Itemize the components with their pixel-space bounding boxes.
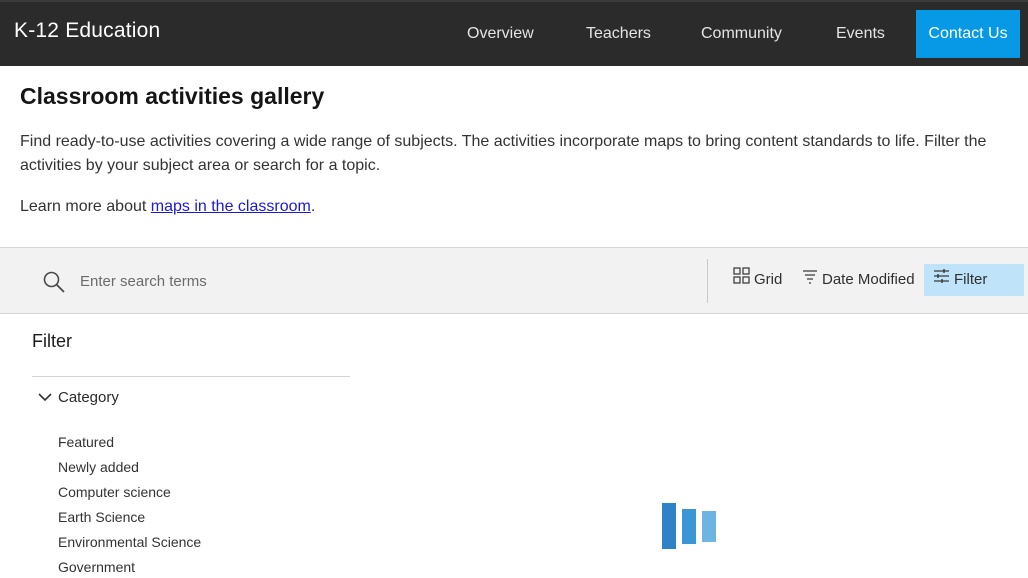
learn-more-text: Learn more about maps in the classroom. [20,196,315,218]
category-item-environmental-science[interactable]: Environmental Science [58,530,201,555]
nav-events[interactable]: Events [836,2,885,66]
toolbar-divider [707,259,708,303]
category-item-featured[interactable]: Featured [58,430,201,455]
grid-icon [733,264,754,296]
sort-date-modified-button[interactable]: Date Modified [802,264,915,296]
filter-icon [933,264,954,296]
gallery-toolbar: Grid Date Modified Filter [0,247,1028,314]
intro-description: Find ready-to-use activities covering a … [20,133,987,174]
category-item-government[interactable]: Government [58,555,201,578]
sort-label: Date Modified [822,271,915,288]
grid-view-label: Grid [754,271,783,288]
page-title: Classroom activities gallery [20,83,325,109]
filter-toggle-button[interactable]: Filter [924,264,1024,296]
search-input[interactable] [80,268,680,294]
filter-panel-heading: Filter [32,331,72,351]
chevron-down-icon [38,389,58,406]
category-toggle[interactable]: Category [38,387,119,407]
loading-icon [662,503,718,549]
learn-more-suffix: . [310,198,316,215]
category-item-computer-science[interactable]: Computer science [58,480,201,505]
site-brand[interactable]: K-12 Education [14,19,160,43]
top-navigation-bar: K-12 Education Overview Teachers Communi… [0,0,1028,66]
learn-more-prefix: Learn more about [20,198,151,215]
sort-icon [802,264,822,296]
filter-divider [32,376,350,377]
category-label: Category [58,388,119,406]
filter-label: Filter [954,271,988,288]
nav-teachers[interactable]: Teachers [586,2,651,66]
grid-view-button[interactable]: Grid [733,264,782,296]
category-item-newly-added[interactable]: Newly added [58,455,201,480]
category-item-earth-science[interactable]: Earth Science [58,505,201,530]
category-list: Featured Newly added Computer science Ea… [58,430,201,578]
nav-community[interactable]: Community [701,2,782,66]
search-icon [42,270,66,294]
contact-us-button[interactable]: Contact Us [916,10,1020,58]
maps-in-classroom-link[interactable]: maps in the classroom [151,198,311,215]
nav-overview[interactable]: Overview [467,2,534,66]
